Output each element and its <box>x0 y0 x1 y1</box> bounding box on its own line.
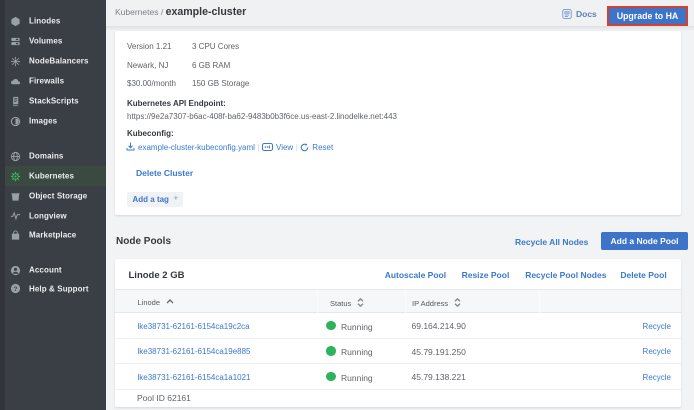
svg-text:?: ? <box>14 286 18 293</box>
